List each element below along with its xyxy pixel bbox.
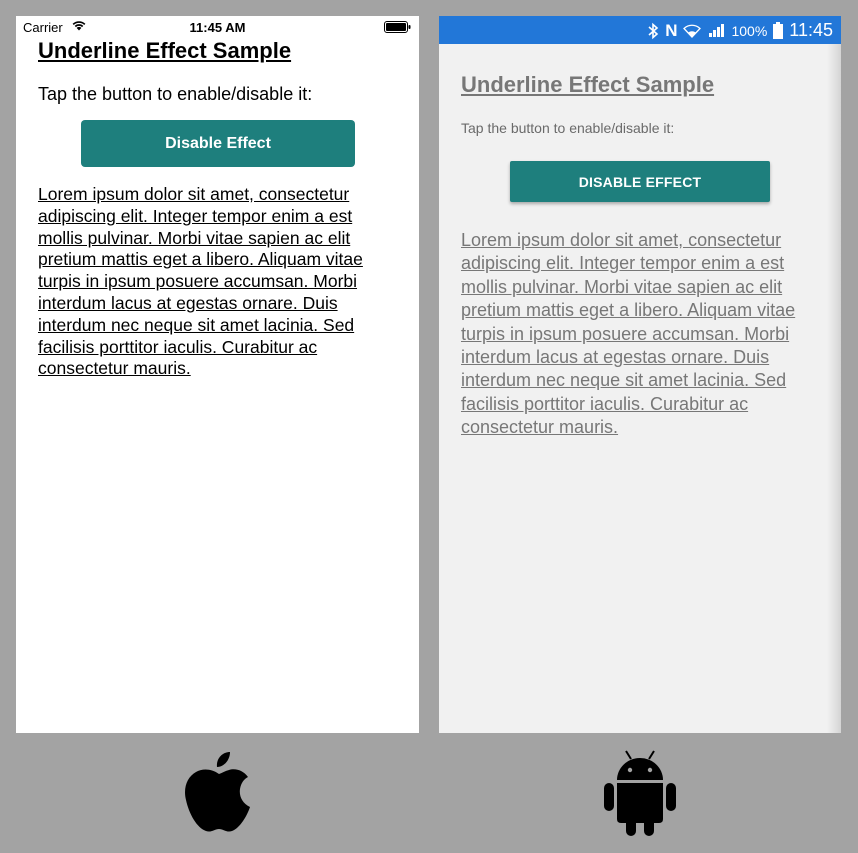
apple-logo-icon <box>185 752 250 832</box>
ios-status-bar: Carrier 11:45 AM <box>16 16 419 36</box>
network-glyph: N <box>665 20 678 40</box>
battery-percent: 100% <box>731 22 768 39</box>
edge-shadow <box>827 44 841 733</box>
status-time: 11:45 <box>789 20 833 40</box>
disable-effect-button[interactable]: Disable Effect <box>81 120 355 167</box>
battery-icon <box>773 22 784 39</box>
instruction-label: Tap the button to enable/disable it: <box>461 120 675 136</box>
android-logo-icon <box>604 750 676 836</box>
ios-screen: Carrier 11:45 AM Underline Effect Sample… <box>16 16 419 733</box>
android-status-bar: N 100% 11:45 <box>439 16 841 44</box>
lorem-text: Lorem ipsum dolor sit amet, consectetur … <box>461 230 796 438</box>
page-title: Underline Effect Sample <box>38 38 292 63</box>
status-time: 11:45 AM <box>189 20 246 35</box>
lorem-text: Lorem ipsum dolor sit amet, consectetur … <box>38 184 363 379</box>
signal-icon <box>709 24 725 37</box>
disable-effect-button[interactable]: DISABLE EFFECT <box>510 161 770 202</box>
battery-icon <box>384 21 411 33</box>
bluetooth-icon <box>648 22 659 39</box>
wifi-icon <box>683 24 702 38</box>
android-screen: N 100% 11:45 Underline Effect Sample Tap… <box>439 16 841 733</box>
instruction-label: Tap the button to enable/disable it: <box>38 84 313 104</box>
page-title: Underline Effect Sample <box>461 72 715 97</box>
